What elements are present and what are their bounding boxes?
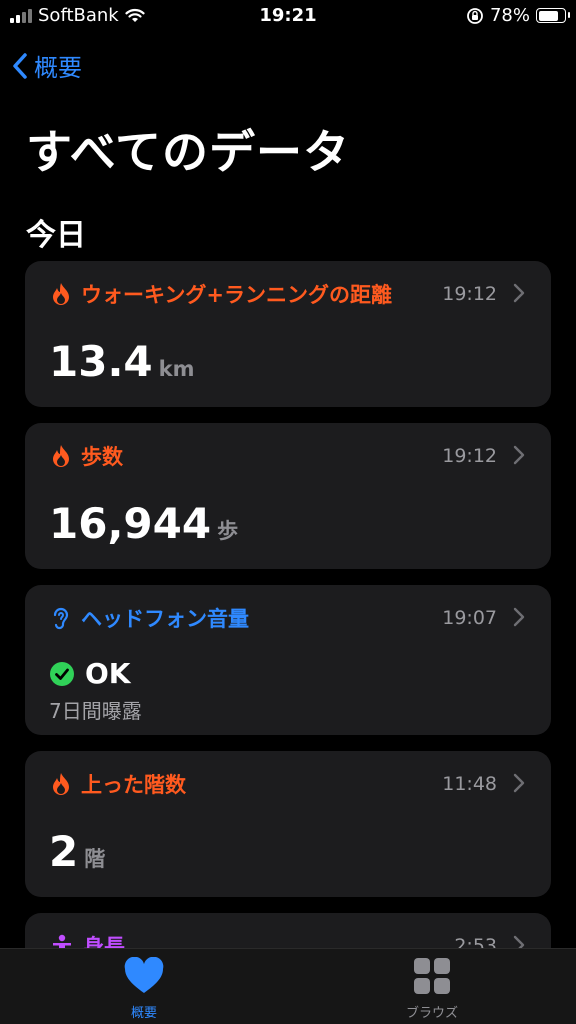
checkmark-circle-icon (50, 661, 74, 686)
tab-bar: 概要 ブラウズ (0, 948, 576, 1024)
card-value: 2 階 (49, 827, 105, 876)
value-number: 2 (49, 827, 79, 876)
screen: SoftBank 19:21 78% 概要 すべてのデータ 今日 ウォーキング+… (0, 0, 576, 1024)
battery-icon (536, 8, 570, 23)
card-headphone-volume[interactable]: ヘッドフォン音量 19:07 OK 7日間曝露 (25, 585, 551, 735)
flame-icon (53, 445, 69, 467)
chevron-right-icon (513, 773, 525, 793)
card-header: ウォーキング+ランニングの距離 (51, 279, 392, 309)
value-unit: 歩 (217, 519, 239, 543)
battery-percent: 78% (489, 5, 530, 26)
tab-summary-label: 概要 (130, 1006, 157, 1021)
card-title: 歩数 (81, 445, 123, 469)
chevron-left-icon (13, 52, 27, 79)
value-unit: 階 (84, 847, 106, 871)
heart-icon (124, 956, 164, 993)
card-value: 16,944 歩 (49, 499, 238, 548)
card-time: 19:12 (442, 445, 497, 467)
card-title: ヘッドフォン音量 (81, 607, 249, 631)
status-bar: SoftBank 19:21 78% (0, 0, 576, 34)
back-button[interactable]: 概要 (12, 48, 82, 83)
flame-icon (53, 773, 69, 795)
card-time: 11:48 (442, 773, 497, 795)
tab-browse[interactable]: ブラウズ (362, 957, 502, 1021)
card-header: 上った階数 (51, 769, 186, 799)
card-steps[interactable]: 歩数 19:12 16,944 歩 (25, 423, 551, 569)
section-title-today: 今日 (26, 218, 86, 253)
tab-summary[interactable]: 概要 (74, 956, 214, 1021)
ear-icon (53, 607, 69, 630)
card-value: 13.4 km (49, 337, 195, 386)
card-time: 19:07 (442, 607, 497, 629)
value-unit: km (158, 357, 195, 381)
chevron-right-icon (513, 445, 525, 465)
status-detail: 7日間曝露 (49, 699, 142, 723)
chevron-right-icon (513, 283, 525, 303)
card-flights-climbed[interactable]: 上った階数 11:48 2 階 (25, 751, 551, 897)
tab-browse-label: ブラウズ (405, 1006, 458, 1021)
status-row: OK (49, 657, 131, 690)
status-right: 78% (466, 5, 570, 26)
chevron-right-icon (513, 607, 525, 627)
orientation-lock-icon (467, 7, 483, 24)
value-number: 13.4 (49, 337, 153, 386)
card-header: 歩数 (51, 441, 123, 471)
card-title: 上った階数 (81, 773, 186, 797)
card-walking-running-distance[interactable]: ウォーキング+ランニングの距離 19:12 13.4 km (25, 261, 551, 407)
page-title: すべてのデータ (26, 125, 350, 179)
back-label: 概要 (34, 54, 82, 82)
flame-icon (53, 283, 69, 305)
card-time: 19:12 (442, 283, 497, 305)
value-number: 16,944 (49, 499, 212, 548)
battery-fill (538, 10, 558, 21)
card-header: ヘッドフォン音量 (51, 603, 249, 633)
status-ok: OK (85, 657, 131, 690)
grid-icon (414, 958, 450, 994)
card-title: ウォーキング+ランニングの距離 (81, 283, 392, 307)
